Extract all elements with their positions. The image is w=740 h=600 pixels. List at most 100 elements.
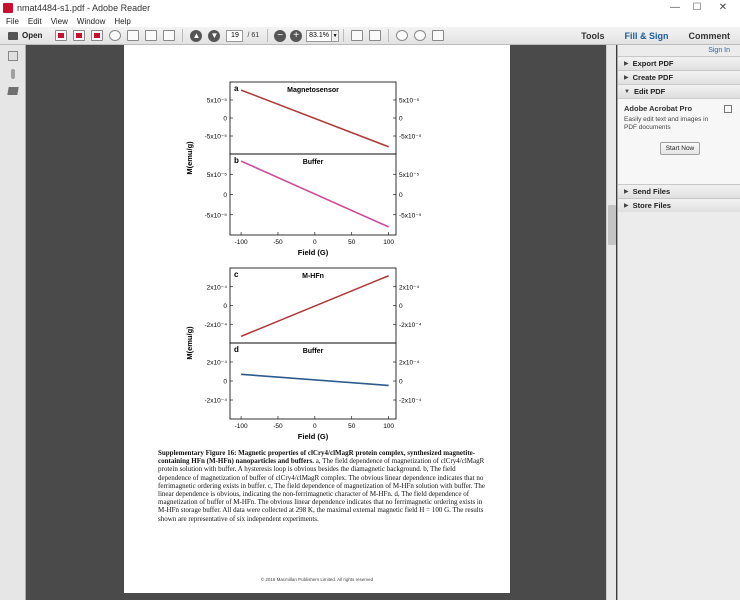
page-thumbnails-icon[interactable]	[7, 51, 18, 61]
page-footer: © 2016 Macmillan Publishers Limited. All…	[260, 577, 374, 582]
tab-tools[interactable]: Tools	[571, 31, 614, 41]
window-title: nmat4484-s1.pdf - Adobe Reader	[17, 2, 151, 13]
y-tick-label-left: 0	[223, 379, 227, 386]
y-tick-label-left: 0	[223, 116, 227, 123]
y-tick-label-right: 0	[399, 303, 403, 310]
previous-page-icon[interactable]: ▲	[190, 29, 203, 42]
start-now-button[interactable]: Start Now	[660, 142, 700, 155]
y-tick-label-right: 2x10⁻⁴	[399, 360, 420, 367]
series-line-c	[240, 274, 389, 338]
y-tick-label-right: 0	[399, 116, 403, 123]
expand-icon[interactable]	[432, 30, 445, 41]
pdf-page: a Magnetosensor 5x10⁻⁵ 5x10⁻⁵ 0 0 -5x10⁻⁵ -5x10…	[124, 45, 510, 593]
series-line-d	[241, 373, 389, 387]
collapse-triangle-icon: ▼	[624, 88, 630, 95]
scrolling-mode-icon[interactable]	[369, 30, 382, 41]
panel-title-b: Buffer	[303, 159, 324, 166]
menu-view[interactable]: View	[51, 17, 68, 26]
navigation-pane	[0, 45, 26, 600]
expand-triangle-icon: ▶	[624, 61, 629, 67]
y-axis-label: M(emu/g)	[185, 326, 194, 360]
maximize-button[interactable]: ☐	[686, 0, 708, 15]
edit-pdf-icon[interactable]	[73, 30, 86, 41]
section-edit-pdf[interactable]: ▼ Edit PDF	[618, 84, 740, 98]
document-area[interactable]: a Magnetosensor 5x10⁻⁵ 5x10⁻⁵ 0 0 -5x10⁻⁵ -5x10…	[26, 45, 616, 600]
y-tick-label-left: 5x10⁻⁵	[207, 98, 228, 105]
x-tick-label: -100	[235, 423, 248, 430]
email-icon[interactable]	[163, 30, 176, 41]
cloud-icon[interactable]	[109, 30, 122, 41]
y-tick-label-left: 0	[223, 303, 227, 310]
open-button[interactable]: Open	[8, 31, 42, 40]
y-tick-label-left: 0	[223, 192, 227, 199]
tools-panel: Sign In ▶ Export PDF ▶ Create PDF ▼ Edit…	[617, 45, 740, 600]
expand-triangle-icon: ▶	[624, 75, 629, 81]
sign-in-link[interactable]: Sign In	[618, 45, 740, 56]
page-total: / 61	[247, 32, 260, 39]
tab-comment[interactable]: Comment	[678, 31, 740, 41]
x-tick-label: -50	[273, 239, 283, 246]
panel-letter-a: a	[234, 84, 239, 93]
plot-frame-b	[229, 153, 397, 236]
highlight-icon[interactable]	[414, 30, 427, 41]
y-tick-label-right: 2x10⁻⁴	[399, 284, 420, 291]
x-tick-label: 0	[313, 423, 317, 430]
zoom-dropdown-icon[interactable]: ▼	[332, 29, 340, 42]
toolbar: Open ▲ ▼ 19 / 61 − + 83.1% ▼ Tools Fill …	[0, 27, 740, 45]
edit-text-icon	[724, 105, 732, 113]
y-tick-label-left: -2x10⁻⁴	[205, 322, 228, 329]
series-line-b	[240, 160, 389, 228]
product-description: Easily edit text and images in PDF docum…	[624, 116, 709, 131]
comment-icon[interactable]	[396, 30, 409, 41]
folder-icon	[8, 31, 18, 40]
x-axis-label: Field (G)	[298, 248, 329, 257]
edit-pdf-body: Adobe Acrobat Pro Easily edit text and i…	[618, 98, 740, 184]
menu-edit[interactable]: Edit	[28, 17, 42, 26]
figure-caption: Supplementary Figure 16: Magnetic proper…	[158, 449, 488, 523]
open-label: Open	[22, 31, 43, 40]
y-tick-label-left: 2x10⁻⁴	[207, 360, 228, 367]
y-tick-label-left: -5x10⁻⁵	[205, 134, 228, 141]
toolbar-divider	[182, 29, 184, 42]
section-create-pdf[interactable]: ▶ Create PDF	[618, 70, 740, 84]
layers-icon[interactable]	[6, 87, 19, 95]
vertical-scrollbar[interactable]	[606, 45, 616, 600]
attachments-icon[interactable]	[10, 69, 15, 79]
section-send-files[interactable]: ▶ Send Files	[618, 184, 740, 198]
next-page-icon[interactable]: ▼	[208, 29, 221, 42]
toolbar-divider	[267, 29, 269, 42]
save-icon[interactable]	[127, 30, 140, 41]
scrollbar-thumb[interactable]	[608, 205, 616, 245]
print-icon[interactable]	[145, 30, 158, 41]
caption-text: a, The field dependence of magnetization…	[158, 457, 486, 523]
zoom-out-icon[interactable]: −	[274, 29, 287, 42]
series-line-a	[240, 89, 389, 148]
section-export-pdf[interactable]: ▶ Export PDF	[618, 56, 740, 70]
y-tick-label-right: 0	[399, 379, 403, 386]
tab-fill-sign[interactable]: Fill & Sign	[614, 31, 678, 41]
menu-help[interactable]: Help	[114, 17, 130, 26]
section-store-files[interactable]: ▶ Store Files	[618, 198, 740, 212]
task-tabs: Tools Fill & Sign Comment	[571, 27, 740, 45]
y-tick-label-right: 0	[399, 192, 403, 199]
close-button[interactable]: ✕	[708, 0, 738, 15]
zoom-input[interactable]: 83.1%	[306, 29, 333, 42]
panel-letter-d: d	[234, 345, 239, 354]
menu-bar: File Edit View Window Help	[0, 15, 740, 27]
y-tick-label-right: -2x10⁻⁴	[399, 398, 422, 405]
sign-icon[interactable]	[91, 30, 104, 41]
minimize-button[interactable]: —	[664, 0, 686, 15]
panel-letter-c: c	[234, 270, 239, 279]
create-pdf-icon[interactable]	[55, 30, 68, 41]
fit-page-icon[interactable]	[351, 30, 364, 41]
page-number-input[interactable]: 19	[226, 29, 244, 42]
zoom-in-icon[interactable]: +	[290, 29, 303, 42]
panel-letter-b: b	[234, 156, 239, 165]
menu-window[interactable]: Window	[77, 17, 105, 26]
x-tick-label: 50	[348, 239, 356, 246]
x-tick-label: -50	[273, 423, 283, 430]
expand-triangle-icon: ▶	[624, 203, 629, 209]
y-tick-label-right: 5x10⁻⁵	[399, 98, 420, 105]
y-tick-label-left: 2x10⁻⁴	[207, 284, 228, 291]
menu-file[interactable]: File	[6, 17, 19, 26]
